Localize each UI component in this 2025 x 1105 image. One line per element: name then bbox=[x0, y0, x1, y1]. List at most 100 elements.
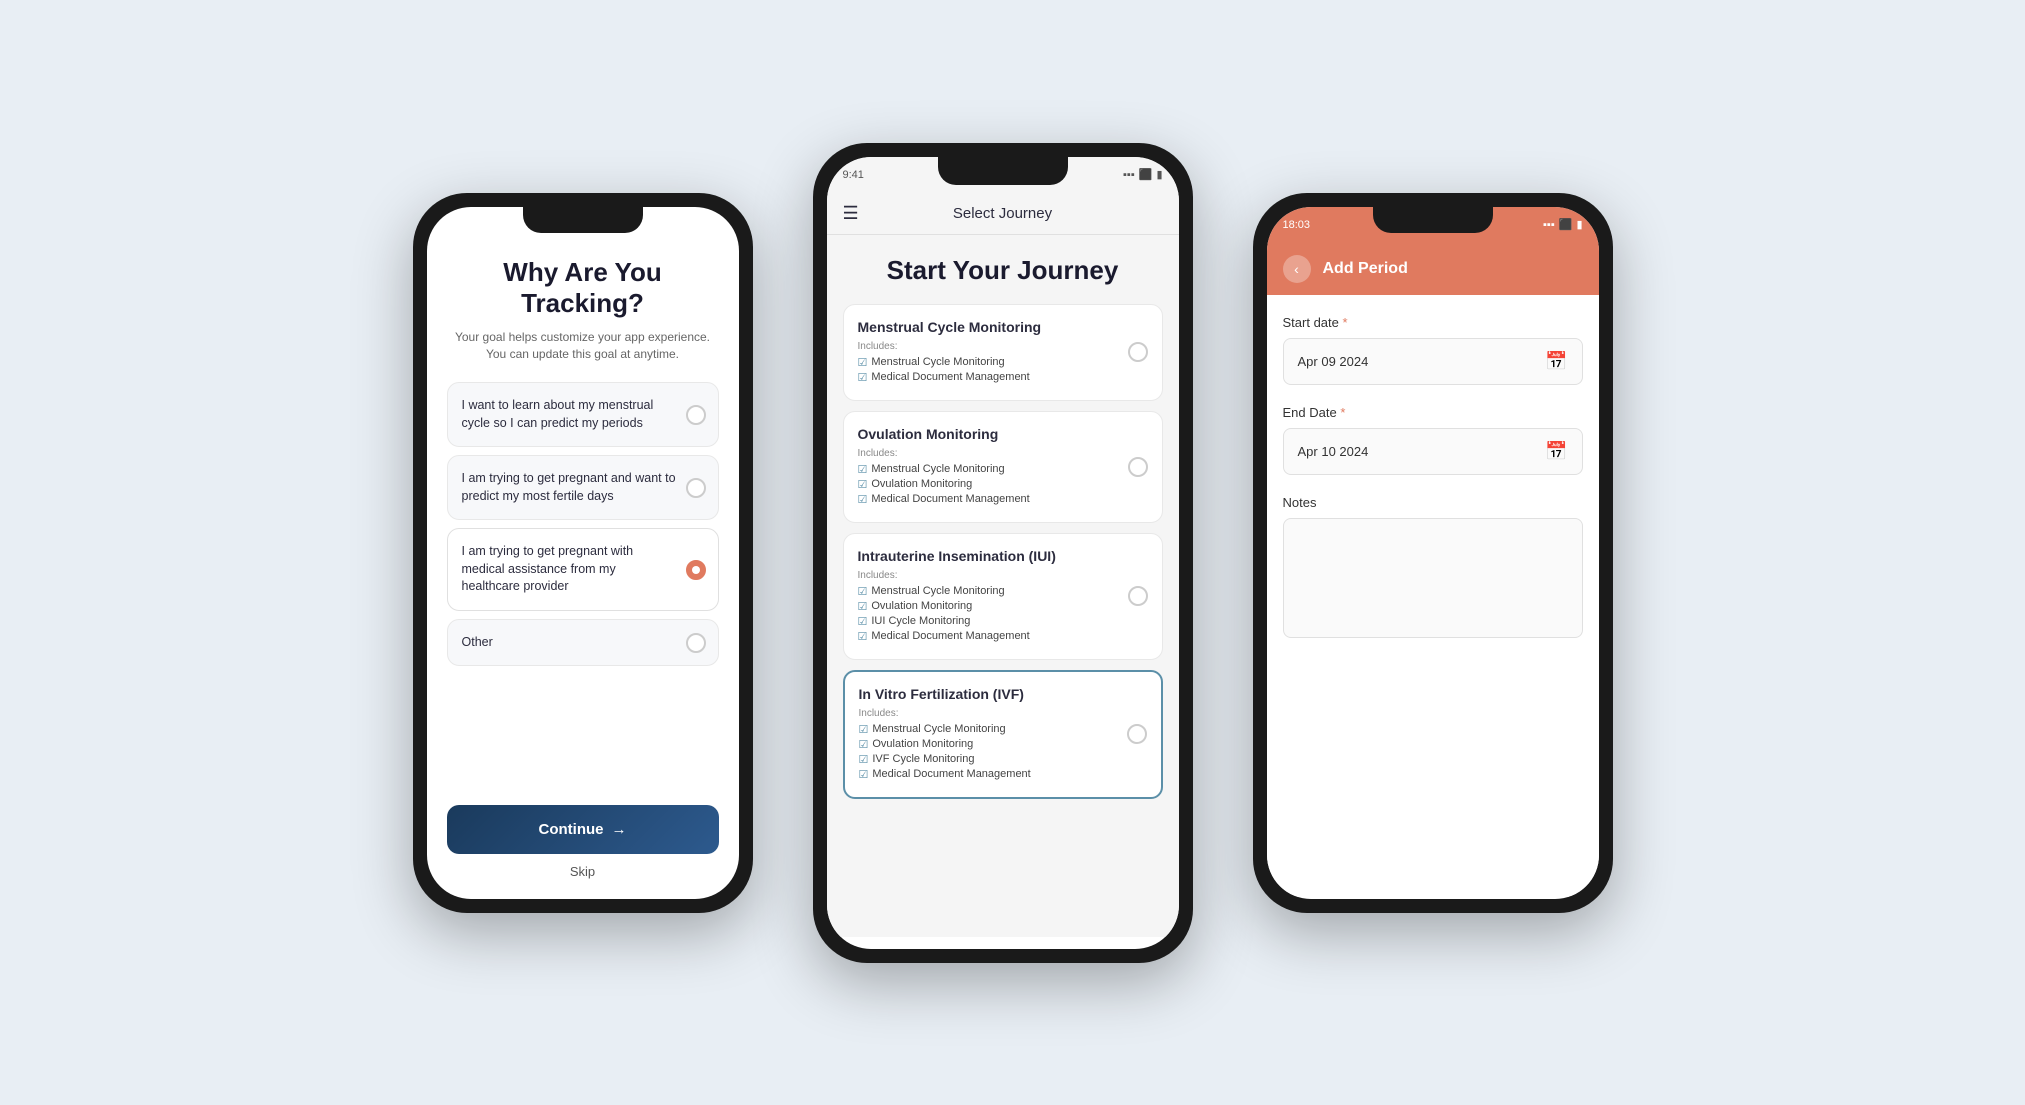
phone-3: 18:03 ▪▪▪ ⬛ ▮ ‹ Add Period Start date * … bbox=[1253, 193, 1613, 913]
option-other-text: Other bbox=[462, 635, 493, 649]
end-date-label: End Date * bbox=[1283, 405, 1583, 420]
check-icon-5: ☑ bbox=[858, 493, 868, 506]
journey-ivf-includes: Includes: bbox=[859, 708, 1147, 719]
journey-menstrual-f2: ☑ Medical Document Management bbox=[858, 371, 1148, 384]
check-icon-12: ☑ bbox=[859, 753, 869, 766]
back-button[interactable]: ‹ bbox=[1283, 255, 1311, 283]
feature-text: Ovulation Monitoring bbox=[872, 738, 973, 750]
check-icon-7: ☑ bbox=[858, 600, 868, 613]
option-fertile-text: I am trying to get pregnant and want to … bbox=[462, 471, 676, 503]
feature-text: Menstrual Cycle Monitoring bbox=[871, 356, 1004, 368]
phone-2-screen: 9:41 ▪▪▪ ⬛ ▮ ☰ Select Journey Start Your… bbox=[827, 157, 1179, 949]
end-required-marker: * bbox=[1340, 405, 1345, 420]
feature-text: Ovulation Monitoring bbox=[871, 600, 972, 612]
journey-menstrual-radio[interactable] bbox=[1128, 342, 1148, 362]
option-medical[interactable]: I am trying to get pregnant with medical… bbox=[447, 528, 719, 611]
journey-ovulation-includes: Includes: bbox=[858, 448, 1148, 459]
feature-text: Medical Document Management bbox=[871, 371, 1029, 383]
check-icon-1: ☑ bbox=[858, 356, 868, 369]
feature-text: IUI Cycle Monitoring bbox=[871, 615, 970, 627]
check-icon-9: ☑ bbox=[858, 630, 868, 643]
p1-title: Why Are You Tracking? bbox=[447, 257, 719, 319]
journey-card-ovulation[interactable]: Ovulation Monitoring Includes: ☑ Menstru… bbox=[843, 411, 1163, 523]
phone-1-notch bbox=[523, 207, 643, 233]
journey-ivf-f1: ☑ Menstrual Cycle Monitoring bbox=[859, 723, 1147, 736]
start-calendar-icon[interactable]: 📅 bbox=[1545, 351, 1567, 372]
p2-status-icons: ▪▪▪ ⬛ ▮ bbox=[1123, 168, 1162, 181]
notes-input[interactable] bbox=[1283, 518, 1583, 638]
feature-text: IVF Cycle Monitoring bbox=[872, 753, 974, 765]
journey-ivf-f2: ☑ Ovulation Monitoring bbox=[859, 738, 1147, 751]
phone-1: Why Are You Tracking? Your goal helps cu… bbox=[413, 193, 753, 913]
phone-3-screen: 18:03 ▪▪▪ ⬛ ▮ ‹ Add Period Start date * … bbox=[1267, 207, 1599, 899]
check-icon-8: ☑ bbox=[858, 615, 868, 628]
p3-battery-icon: ▮ bbox=[1576, 218, 1582, 231]
feature-text: Medical Document Management bbox=[871, 630, 1029, 642]
p2-page-title: Start Your Journey bbox=[843, 255, 1163, 286]
journey-card-ivf[interactable]: In Vitro Fertilization (IVF) Includes: ☑… bbox=[843, 670, 1163, 799]
journey-ovulation-f2: ☑ Ovulation Monitoring bbox=[858, 478, 1148, 491]
skip-button[interactable]: Skip bbox=[447, 864, 719, 879]
journey-ovulation-radio[interactable] bbox=[1128, 457, 1148, 477]
check-icon-2: ☑ bbox=[858, 371, 868, 384]
journey-menstrual-includes: Includes: bbox=[858, 341, 1148, 352]
option-other[interactable]: Other bbox=[447, 619, 719, 667]
journey-iui-title: Intrauterine Insemination (IUI) bbox=[858, 548, 1148, 564]
feature-text: Medical Document Management bbox=[872, 768, 1030, 780]
option-fertile-radio[interactable] bbox=[686, 478, 706, 498]
p3-status-time: 18:03 bbox=[1283, 219, 1311, 231]
menu-icon[interactable]: ☰ bbox=[843, 203, 859, 224]
p3-header: ‹ Add Period bbox=[1267, 243, 1599, 295]
journey-iui-f2: ☑ Ovulation Monitoring bbox=[858, 600, 1148, 613]
continue-label: Continue bbox=[539, 821, 604, 838]
end-date-value: Apr 10 2024 bbox=[1298, 444, 1369, 459]
battery-icon: ▮ bbox=[1156, 168, 1162, 181]
p3-status-icons: ▪▪▪ ⬛ ▮ bbox=[1543, 218, 1582, 231]
start-date-input[interactable]: Apr 09 2024 📅 bbox=[1283, 338, 1583, 385]
phone-1-screen: Why Are You Tracking? Your goal helps cu… bbox=[427, 207, 739, 899]
journey-ivf-radio[interactable] bbox=[1127, 724, 1147, 744]
phone-2-notch bbox=[938, 157, 1068, 185]
p3-wifi-icon: ⬛ bbox=[1559, 218, 1573, 231]
option-learn-text: I want to learn about my menstrual cycle… bbox=[462, 398, 654, 430]
journey-iui-includes: Includes: bbox=[858, 570, 1148, 581]
continue-button[interactable]: Continue → bbox=[447, 805, 719, 854]
journey-ovulation-f3: ☑ Medical Document Management bbox=[858, 493, 1148, 506]
p3-signal-icon: ▪▪▪ bbox=[1543, 219, 1555, 231]
journey-iui-f4: ☑ Medical Document Management bbox=[858, 630, 1148, 643]
end-calendar-icon[interactable]: 📅 bbox=[1545, 441, 1567, 462]
option-medical-radio[interactable] bbox=[686, 560, 706, 580]
p2-header: ☰ Select Journey bbox=[827, 193, 1179, 235]
check-icon-13: ☑ bbox=[859, 768, 869, 781]
option-other-radio[interactable] bbox=[686, 633, 706, 653]
journey-ivf-title: In Vitro Fertilization (IVF) bbox=[859, 686, 1147, 702]
journey-card-iui[interactable]: Intrauterine Insemination (IUI) Includes… bbox=[843, 533, 1163, 660]
feature-text: Menstrual Cycle Monitoring bbox=[872, 723, 1005, 735]
option-learn[interactable]: I want to learn about my menstrual cycle… bbox=[447, 382, 719, 447]
feature-text: Menstrual Cycle Monitoring bbox=[871, 585, 1004, 597]
p1-options-list: I want to learn about my menstrual cycle… bbox=[447, 382, 719, 790]
end-date-input[interactable]: Apr 10 2024 📅 bbox=[1283, 428, 1583, 475]
p1-subtitle: Your goal helps customize your app exper… bbox=[447, 329, 719, 363]
journey-ivf-f4: ☑ Medical Document Management bbox=[859, 768, 1147, 781]
phone-2: 9:41 ▪▪▪ ⬛ ▮ ☰ Select Journey Start Your… bbox=[813, 143, 1193, 963]
feature-text: Menstrual Cycle Monitoring bbox=[871, 463, 1004, 475]
journey-ovulation-title: Ovulation Monitoring bbox=[858, 426, 1148, 442]
journey-card-menstrual[interactable]: Menstrual Cycle Monitoring Includes: ☑ M… bbox=[843, 304, 1163, 401]
journey-ivf-f3: ☑ IVF Cycle Monitoring bbox=[859, 753, 1147, 766]
check-icon-10: ☑ bbox=[859, 723, 869, 736]
end-date-field: End Date * Apr 10 2024 📅 bbox=[1283, 405, 1583, 475]
option-fertile[interactable]: I am trying to get pregnant and want to … bbox=[447, 455, 719, 520]
check-icon-4: ☑ bbox=[858, 478, 868, 491]
option-learn-radio[interactable] bbox=[686, 405, 706, 425]
arrow-icon: → bbox=[612, 821, 627, 838]
start-required-marker: * bbox=[1343, 315, 1348, 330]
p2-status-time: 9:41 bbox=[843, 169, 864, 181]
phone-1-content: Why Are You Tracking? Your goal helps cu… bbox=[427, 207, 739, 899]
option-medical-text: I am trying to get pregnant with medical… bbox=[462, 544, 634, 593]
p3-body: Start date * Apr 09 2024 📅 End Date * Ap… bbox=[1267, 295, 1599, 897]
p3-header-title: Add Period bbox=[1323, 260, 1408, 278]
wifi-icon: ⬛ bbox=[1139, 168, 1153, 181]
journey-iui-f1: ☑ Menstrual Cycle Monitoring bbox=[858, 585, 1148, 598]
journey-iui-radio[interactable] bbox=[1128, 586, 1148, 606]
